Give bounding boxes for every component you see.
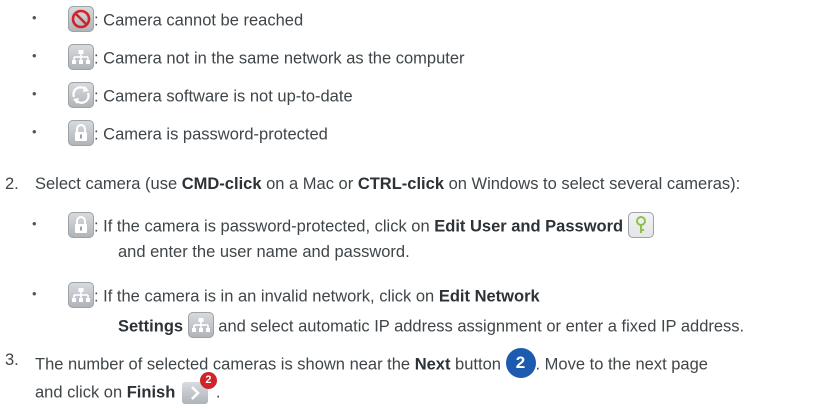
bullet: •	[32, 10, 37, 25]
finish-label: Finish	[126, 383, 176, 402]
step-text: and click on	[35, 383, 127, 402]
step-text: on a Mac or	[261, 175, 358, 193]
step-number: 3.	[5, 351, 19, 369]
network-icon	[68, 282, 94, 308]
status-text: : Camera is password-protected	[94, 125, 328, 144]
selected-count-badge: 2	[505, 348, 536, 378]
step-text: : If the camera is password-protected, c…	[94, 217, 435, 236]
edit-network-label: Edit Network	[438, 287, 540, 306]
step-text: The number of selected cameras is shown …	[35, 355, 415, 374]
edit-user-password-label: Edit User and Password	[434, 217, 624, 236]
step-3-cont: and click on Finish 2 .	[35, 372, 221, 408]
bullet: •	[32, 286, 37, 301]
finish-count-badge: 2	[199, 372, 217, 389]
step-2-sub-network-cont: Settings and select automatic IP address…	[118, 312, 745, 340]
bullet: •	[32, 124, 37, 139]
step-text: and select automatic IP address assignme…	[213, 317, 745, 336]
step-number: 2.	[5, 175, 19, 193]
no-entry-icon	[68, 6, 94, 32]
bullet: •	[32, 86, 37, 101]
status-text: : Camera software is not up-to-date	[94, 87, 353, 106]
cmd-click-label: CMD-click	[181, 175, 262, 193]
refresh-icon	[68, 82, 94, 108]
next-label: Next	[414, 355, 451, 374]
step-text: . Move to the next page	[535, 355, 708, 374]
bullet: •	[32, 216, 37, 231]
step-2-sub-password-cont: and enter the user name and password.	[118, 242, 410, 262]
bullet: •	[32, 48, 37, 63]
step-text: .	[215, 383, 221, 402]
network-icon	[187, 312, 214, 338]
status-text: : Camera cannot be reached	[94, 11, 304, 30]
key-icon	[627, 212, 654, 238]
step-text: button	[450, 355, 506, 374]
lock-icon	[68, 120, 94, 146]
finish-icon: 2	[180, 372, 217, 404]
step-text: and enter the user name and password.	[118, 243, 410, 261]
settings-label: Settings	[118, 317, 184, 336]
network-icon	[68, 44, 94, 70]
ctrl-click-label: CTRL-click	[357, 175, 444, 193]
status-text: : Camera not in the same network as the …	[94, 49, 465, 68]
step-text: Select camera (use	[35, 175, 182, 193]
step-text: : If the camera is in an invalid network…	[94, 287, 439, 306]
step-text: on Windows to select several cameras):	[444, 175, 741, 193]
lock-icon	[68, 212, 94, 238]
